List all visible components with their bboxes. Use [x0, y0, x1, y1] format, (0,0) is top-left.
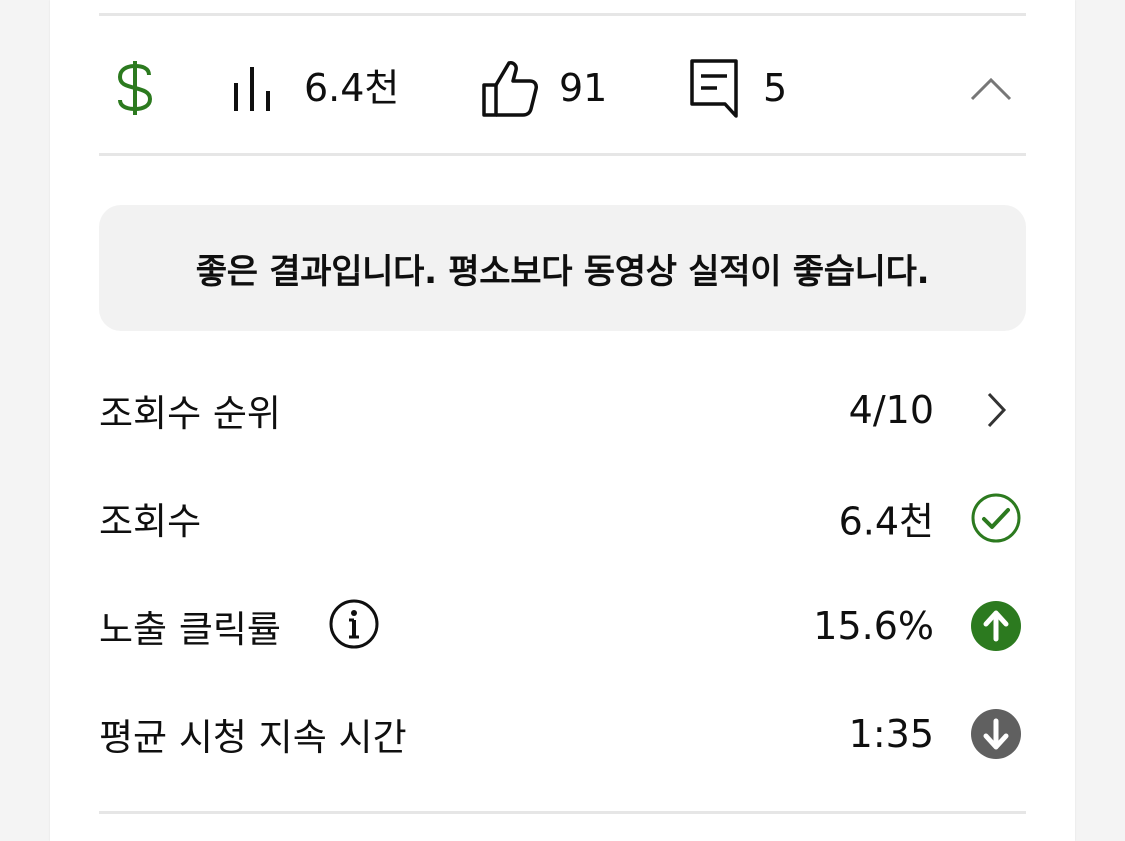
metric-label: 노출 클릭률 [99, 608, 281, 651]
metric-value: 15.6% [813, 604, 934, 648]
chevron-right-icon[interactable] [970, 384, 1022, 436]
stats-row: 6.4천 91 5 [0, 16, 1125, 154]
metric-row-ctr: 노출 클릭률 15.6% [99, 586, 1026, 666]
info-icon[interactable] [328, 598, 380, 654]
bar-chart-icon [230, 63, 276, 113]
metric-label: 조회수 [99, 500, 202, 543]
metric-row-views: 조회수 6.4천 [99, 478, 1026, 558]
check-circle-icon [970, 492, 1022, 544]
arrow-up-circle-icon [970, 600, 1022, 652]
comments-count: 5 [763, 66, 788, 110]
views-count: 6.4천 [304, 66, 400, 110]
likes-count: 91 [559, 66, 608, 110]
metric-value: 4/10 [848, 388, 934, 432]
comment-icon [689, 58, 739, 118]
comments-stat[interactable]: 5 [689, 58, 787, 118]
views-stat[interactable]: 6.4천 [230, 58, 399, 118]
metric-row-avg-view-duration: 평균 시청 지속 시간 1:35 [99, 694, 1026, 774]
metric-label: 평균 시청 지속 시간 [99, 716, 407, 759]
bottom-divider [99, 811, 1026, 814]
metric-row-view-rank[interactable]: 조회수 순위 4/10 [99, 370, 1026, 450]
metric-value: 1:35 [848, 712, 934, 756]
arrow-down-circle-icon [970, 708, 1022, 760]
dollar-icon[interactable] [112, 58, 158, 118]
chevron-up-icon[interactable] [969, 58, 1013, 118]
likes-stat[interactable]: 91 [481, 58, 607, 118]
metric-label: 조회수 순위 [99, 392, 281, 435]
stats-divider [99, 153, 1026, 156]
metric-value: 6.4천 [838, 499, 934, 544]
performance-banner: 좋은 결과입니다. 평소보다 동영상 실적이 좋습니다. [99, 205, 1026, 331]
thumbs-up-icon [481, 59, 539, 117]
